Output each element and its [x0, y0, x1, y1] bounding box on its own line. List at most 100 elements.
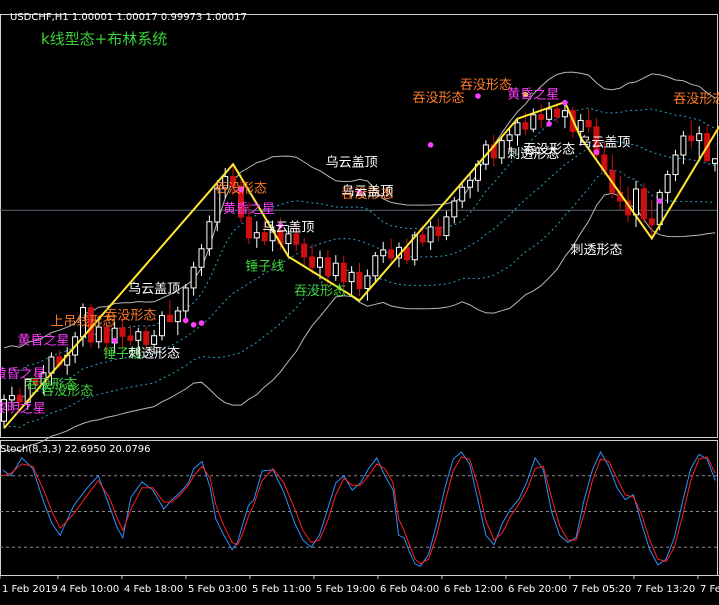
candle-body: [245, 216, 252, 239]
candle-body: [356, 271, 363, 290]
candle-body: [459, 186, 466, 202]
time-axis-label: 4 Feb 10:00: [60, 584, 119, 595]
candle-body: [285, 233, 292, 245]
candle-body: [206, 221, 213, 250]
symbol-header: USDCHF,H1 1.00001 1.00017 0.99973 1.0001…: [10, 12, 247, 23]
candle-body: [522, 122, 529, 130]
time-axis-label: 7 Feb 21:20: [700, 584, 719, 595]
pattern-label: 吞没形态: [294, 284, 346, 299]
candle-body: [198, 248, 205, 268]
time-axis-label: 5 Feb 03:00: [188, 584, 247, 595]
time-axis-label: 5 Feb 11:00: [252, 584, 311, 595]
pattern-marker-dot: [546, 121, 552, 127]
candle-body: [443, 216, 450, 237]
candle-body: [672, 154, 679, 176]
pattern-marker-dot: [190, 321, 197, 328]
pattern-label: 黄昏之星: [507, 87, 559, 102]
pattern-marker-dot: [562, 99, 568, 106]
time-axis-label: 1 Feb 2019: [2, 584, 58, 595]
time-axis-label: 6 Feb 20:00: [508, 584, 567, 595]
pattern-label: 乌云盖顶: [578, 134, 630, 150]
candle-body: [103, 326, 110, 344]
candle-body: [364, 275, 371, 290]
pattern-label: 锤子线: [245, 260, 284, 275]
candle-body: [380, 249, 387, 257]
pattern-label: 吞没形态: [412, 91, 464, 106]
pattern-marker-dot: [475, 93, 481, 99]
main-panel-border: [0, 14, 718, 438]
pattern-marker-dot: [182, 317, 189, 324]
time-axis-label: 6 Feb 04:00: [380, 584, 439, 595]
pattern-label: 刺透形态: [570, 243, 622, 258]
candle-body: [712, 158, 718, 164]
candle-body: [696, 133, 703, 142]
price-chart[interactable]: 黎明之星黄昏之星吞没形态吞没形态黄昏之星上吊线形态锤子线刺透形态吞没形态乌云盖顶…: [0, 0, 719, 605]
pattern-label: 乌云盖顶: [326, 155, 378, 171]
candle-body: [166, 314, 173, 323]
pattern-label: 吞没形态: [673, 92, 719, 107]
candle-body: [640, 188, 647, 220]
candle-body: [467, 179, 474, 188]
pattern-label: 吞没形态: [104, 309, 156, 324]
candle-body: [388, 249, 395, 259]
candle-body: [585, 119, 592, 128]
candle-body: [530, 114, 537, 130]
candle-body: [561, 110, 568, 118]
candle-body: [293, 233, 300, 245]
candle-body: [372, 255, 379, 277]
candle-body: [419, 234, 426, 243]
candle-body: [143, 331, 150, 345]
candle-body: [8, 395, 15, 401]
pattern-label: 乌云盖顶: [262, 219, 314, 235]
pattern-label: 吞没形态: [215, 181, 267, 196]
candle-body: [332, 262, 339, 277]
candle-body: [435, 226, 442, 237]
candle-body: [546, 108, 553, 120]
candle-body: [680, 135, 687, 156]
candle-body: [253, 232, 260, 239]
pattern-marker-dot: [656, 198, 663, 204]
candle-body: [324, 257, 331, 277]
time-axis-label: 7 Feb 13:20: [636, 584, 695, 595]
pattern-label: 吞没形态: [41, 384, 93, 399]
indicator-title: k线型态+布林系统: [41, 30, 168, 48]
stochastic-signal-line: [2, 456, 716, 565]
candle-body: [159, 315, 165, 337]
time-axis-label: 6 Feb 12:00: [444, 584, 503, 595]
candle-body: [182, 287, 189, 312]
candle-body: [688, 135, 695, 142]
pattern-marker-dot: [427, 142, 434, 148]
pattern-label: 乌云盖顶: [128, 281, 180, 297]
pattern-marker-dot: [111, 337, 118, 344]
zigzag-line: [3, 100, 719, 429]
candle-body: [427, 226, 434, 243]
candle-body: [127, 335, 134, 341]
candle-body: [648, 218, 655, 226]
chart-window: 黎明之星 黄昏之星 吞没形态 吞没形态 黄昏之星 上吊线形态 锤子线 刺透形态 吞没形态 乌云盖顶…: [0, 0, 719, 605]
pattern-label: 黄昏之星: [223, 202, 275, 217]
pattern-label: 黎明之星: [0, 402, 46, 417]
pattern-marker-dot: [198, 320, 205, 326]
candle-body: [301, 243, 308, 258]
candle-body: [664, 174, 671, 193]
pattern-label: 刺透形态: [128, 346, 180, 361]
time-axis-label: 7 Feb 05:20: [572, 584, 631, 595]
candle-body: [348, 271, 355, 283]
candle-body: [538, 114, 545, 120]
candle-body: [151, 335, 158, 345]
candle-body: [514, 122, 521, 136]
candle-body: [119, 327, 126, 337]
candle-body: [309, 256, 316, 268]
stochastic-main-line: [2, 450, 716, 567]
candle-body: [451, 200, 458, 218]
time-axis-label: 4 Feb 18:00: [124, 584, 183, 595]
candle-body: [554, 108, 560, 118]
bollinger-inner-lower-band: [3, 169, 716, 429]
candle-body: [633, 188, 639, 216]
candle-body: [174, 310, 181, 323]
candle-body: [317, 257, 323, 268]
candle-body: [190, 266, 197, 289]
pattern-label: 吞没形态: [460, 78, 512, 93]
candle-body: [656, 191, 663, 226]
candle-body: [340, 262, 347, 283]
